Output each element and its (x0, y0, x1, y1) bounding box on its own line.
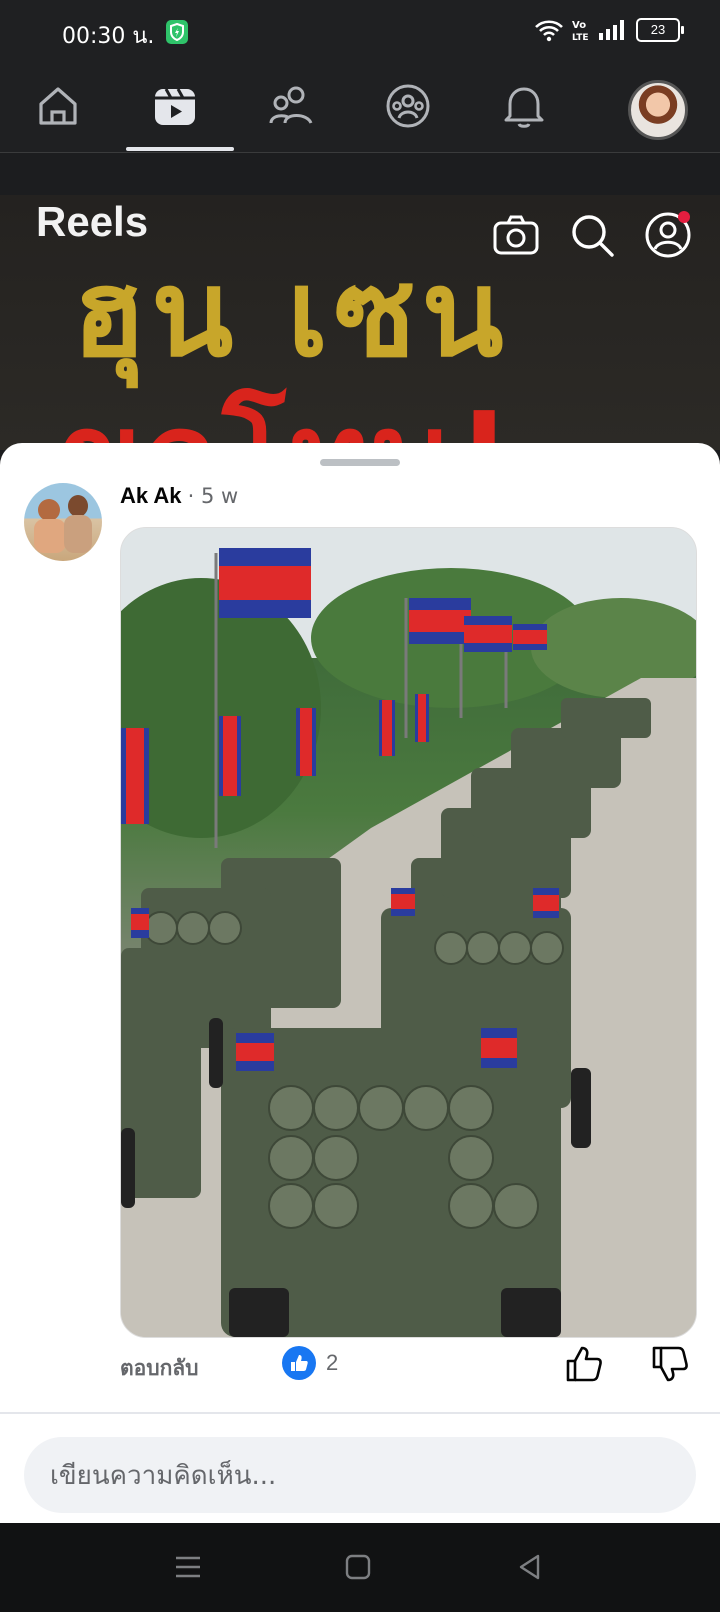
nav-reels[interactable] (145, 76, 205, 136)
nav-notifications[interactable] (494, 76, 554, 136)
downvote-button[interactable] (650, 1344, 690, 1384)
comment-actions: ตอบกลับ 2 (0, 1338, 720, 1398)
svg-text:LTE: LTE (572, 33, 589, 42)
system-menu-button[interactable] (170, 1551, 206, 1583)
separator-band (0, 153, 720, 195)
reels-title: Reels (36, 198, 149, 245)
sheet-drag-handle[interactable] (320, 459, 400, 466)
commenter-avatar[interactable] (24, 483, 102, 561)
comment-age: · 5 w (187, 484, 239, 508)
reel-overlay-text-bottom: ขอโทษ! (60, 360, 515, 450)
status-bar: 00:30 น. Vo LTE 23 (0, 0, 720, 62)
nav-active-indicator (126, 147, 234, 151)
comment-image[interactable] (120, 527, 697, 1338)
reels-camera-button[interactable] (492, 211, 540, 259)
nav-profile-avatar[interactable] (628, 80, 688, 140)
system-navigation-bar (0, 1523, 720, 1612)
comment-input[interactable] (24, 1437, 672, 1515)
reels-toolbar (492, 211, 692, 259)
home-square-icon (345, 1554, 371, 1580)
comment-image-illustration (121, 528, 696, 1337)
nav-groups[interactable] (378, 76, 438, 136)
nav-home[interactable] (28, 76, 88, 136)
menu-icon (176, 1556, 200, 1578)
comment-header: Ak Ak · 5 w (120, 483, 238, 509)
search-icon (572, 215, 614, 257)
reels-profile-button[interactable] (644, 211, 692, 259)
top-nav (0, 62, 720, 153)
signal-icon (599, 20, 624, 40)
home-icon (39, 87, 77, 125)
reply-button[interactable]: ตอบกลับ (120, 1352, 199, 1385)
composer-divider (0, 1412, 720, 1414)
upvote-button[interactable] (564, 1344, 604, 1384)
bell-icon (504, 87, 544, 128)
volte-icon: Vo LTE (572, 20, 589, 42)
security-shield-icon (166, 20, 188, 44)
system-home-button[interactable] (340, 1551, 376, 1583)
like-reaction-icon (282, 1346, 316, 1380)
status-right: Vo LTE 23 (534, 18, 684, 42)
reaction-summary[interactable]: 2 (282, 1346, 338, 1380)
system-back-button[interactable] (512, 1551, 548, 1583)
comment-composer (24, 1437, 696, 1515)
battery-icon: 23 (636, 18, 684, 42)
reels-search-button[interactable] (568, 211, 616, 259)
commenter-name[interactable]: Ak Ak (120, 483, 182, 508)
camera-icon (493, 215, 539, 255)
status-time: 00:30 น. (62, 24, 155, 49)
nav-friends[interactable] (262, 76, 322, 136)
wifi-icon (535, 20, 563, 42)
back-triangle-icon (519, 1554, 540, 1580)
svg-text:Vo: Vo (572, 20, 586, 31)
comments-sheet: Ak Ak · 5 w ตอบกลับ 2 เขียนความคิดเห็น..… (0, 443, 720, 1523)
like-count: 2 (326, 1350, 339, 1375)
friends-icon (269, 86, 313, 124)
thumbs-up-icon (566, 1346, 602, 1382)
notification-dot (678, 211, 690, 223)
groups-icon (386, 84, 430, 128)
thumbs-down-icon (652, 1346, 688, 1382)
reels-icon (155, 88, 195, 125)
